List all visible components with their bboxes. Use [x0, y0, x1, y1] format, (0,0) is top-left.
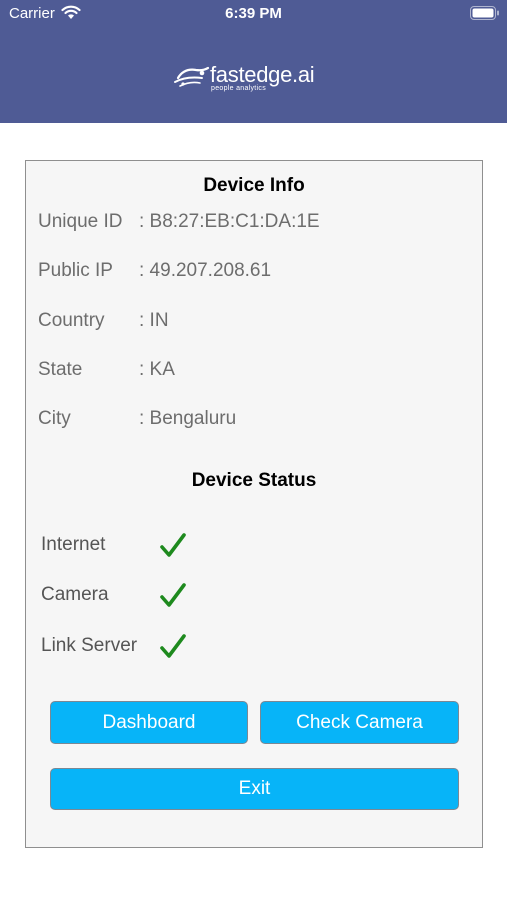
camera-status-label: Camera [41, 584, 109, 605]
link-server-checkmark-icon [160, 634, 186, 658]
unique-id-value: : B8:27:EB:C1:DA:1E [139, 211, 320, 232]
status-bar: Carrier 6:39 PM [0, 0, 507, 28]
camera-checkmark-icon [160, 583, 186, 607]
link-server-status-label: Link Server [41, 635, 138, 656]
clock: 6:39 PM [225, 5, 282, 22]
app-header: Carrier 6:39 PM fastedge.ai people analy… [0, 0, 507, 123]
internet-status-label: Internet [41, 534, 106, 555]
check-camera-button[interactable]: Check Camera [260, 701, 459, 744]
city-value: : Bengaluru [139, 408, 237, 429]
unique-id-label: Unique ID [38, 211, 123, 232]
fastedge-logo: fastedge.ai people analytics [172, 62, 342, 96]
public-ip-value: : 49.207.208.61 [139, 260, 272, 281]
device-info-title: Device Info [203, 175, 305, 196]
country-value: : IN [139, 310, 169, 331]
logo-mark-icon [174, 66, 210, 87]
country-label: Country [38, 310, 105, 331]
battery-icon [470, 6, 499, 20]
device-card: Device Info Unique ID : B8:27:EB:C1:DA:1… [25, 160, 483, 848]
internet-checkmark-icon [160, 533, 186, 557]
city-label: City [38, 408, 71, 429]
public-ip-label: Public IP [38, 260, 113, 281]
device-status-title: Device Status [191, 470, 317, 491]
state-value: : KA [139, 359, 175, 380]
exit-button[interactable]: Exit [50, 768, 459, 810]
dashboard-button[interactable]: Dashboard [50, 701, 248, 744]
state-label: State [38, 359, 83, 380]
logo-tagline: people analytics [211, 85, 266, 92]
